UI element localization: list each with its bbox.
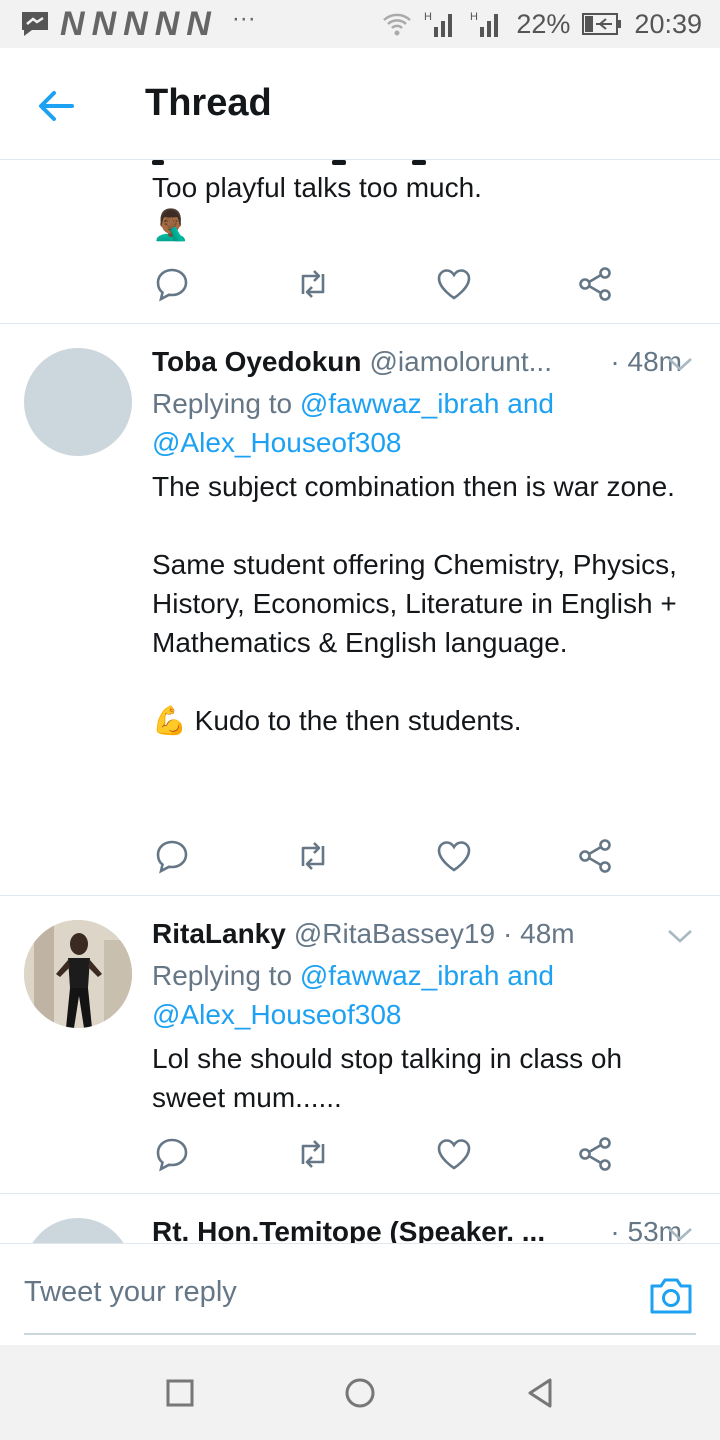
share-icon[interactable] [575,264,615,304]
chevron-down-icon[interactable] [666,354,694,374]
tweet-text: The subject combination then is war zone… [152,471,677,736]
reply-icon[interactable] [152,264,192,304]
reply-composer: Tweet your reply [0,1243,720,1345]
home-icon[interactable] [344,1377,376,1409]
thread-feed[interactable]: Too playful talks too much. 🤦🏾‍♂️ Toba O… [0,160,720,1243]
page-title: Thread [145,82,272,124]
tweet[interactable]: Toba Oyedokun @iamolorunt... · 48m Reply… [0,324,720,896]
facepalm-emoji: 🤦🏾‍♂️ [152,209,190,242]
avatar[interactable] [24,348,132,456]
avatar-photo [24,920,132,1028]
signal-icon: H [424,11,453,37]
app-bar: Thread [0,48,720,160]
like-heart-icon[interactable] [434,1134,474,1174]
notification-n-icon: N [186,4,211,43]
tweet-actions [152,264,632,304]
back-triangle-icon[interactable] [524,1377,556,1409]
display-name[interactable]: RitaLanky [152,918,286,950]
reply-input[interactable]: Tweet your reply [24,1276,237,1309]
replying-to-link[interactable]: @Alex_Houseof308 [152,999,401,1030]
share-icon[interactable] [575,836,615,876]
clock: 20:39 [634,8,702,39]
status-bar: N N N N N ··· H H 22% 20:39 [0,0,720,48]
back-arrow-icon[interactable] [34,84,78,128]
tweet-header: RitaLanky @RitaBassey19 · 48m [152,918,682,950]
tweet-actions [152,836,632,876]
notification-n-icon: N [123,4,148,43]
retweet-icon[interactable] [293,836,333,876]
display-name[interactable]: Rt. Hon.Temitope (Speaker. ... [152,1216,545,1243]
messenger-icon [22,12,48,36]
status-right: H H 22% 20:39 [382,9,702,40]
reply-icon[interactable] [152,836,192,876]
tweet[interactable]: RitaLanky @RitaBassey19 · 48m Replying t… [0,896,720,1194]
like-heart-icon[interactable] [434,264,474,304]
cut-off-text-fragment [152,160,426,165]
signal-h-label: H [470,11,478,23]
chevron-down-icon[interactable] [666,926,694,946]
replying-to-link[interactable]: @Alex_Houseof308 [152,427,401,458]
camera-icon[interactable] [648,1274,694,1316]
replying-to-label: Replying to [152,388,300,419]
avatar[interactable] [24,1218,132,1243]
notification-n-icon: N [60,4,85,43]
chevron-down-icon[interactable] [666,1224,694,1243]
replying-to: Replying to @fawwaz_ibrah and @Alex_Hous… [152,956,692,1034]
tweet-partial-top[interactable]: Too playful talks too much. 🤦🏾‍♂️ [0,160,720,324]
status-left: N N N N N ··· [18,5,256,44]
tweet-header: Toba Oyedokun @iamolorunt... · 48m [152,346,682,378]
timestamp: · 48m [503,918,575,949]
user-handle[interactable]: @RitaBassey19 [294,918,495,950]
recent-apps-icon[interactable] [164,1377,196,1409]
more-notifications-icon: ··· [231,5,256,32]
signal-icon: H [470,11,499,37]
tweet-actions [152,1134,632,1174]
avatar[interactable] [24,920,132,1028]
system-nav-bar [0,1345,720,1440]
replying-to: Replying to @fawwaz_ibrah and @Alex_Hous… [152,384,692,462]
replying-to-label: Replying to [152,960,300,991]
wifi-icon [383,13,412,36]
retweet-icon[interactable] [293,1134,333,1174]
notification-n-icon: N [91,4,117,43]
like-heart-icon[interactable] [434,836,474,876]
retweet-icon[interactable] [293,264,333,304]
share-icon[interactable] [575,1134,615,1174]
notification-n-icon: N [154,4,180,43]
battery-percent: 22% [516,8,571,39]
display-name[interactable]: Toba Oyedokun [152,346,362,378]
battery-charging-icon [582,13,622,35]
replying-to-link[interactable]: @fawwaz_ibrah and [300,960,554,991]
tweet-text: Too playful talks too much. [152,172,482,203]
tweet-header: Rt. Hon.Temitope (Speaker. ... · 53m [152,1216,682,1243]
input-underline [24,1333,696,1335]
tweet-text: Lol she should stop talking in class oh … [152,1043,630,1113]
tweet-partial-bottom[interactable]: Rt. Hon.Temitope (Speaker. ... · 53m [0,1194,720,1243]
reply-icon[interactable] [152,1134,192,1174]
signal-h-label: H [424,11,432,23]
replying-to-link[interactable]: @fawwaz_ibrah and [300,388,554,419]
user-handle[interactable]: @iamolorunt... [370,346,553,378]
